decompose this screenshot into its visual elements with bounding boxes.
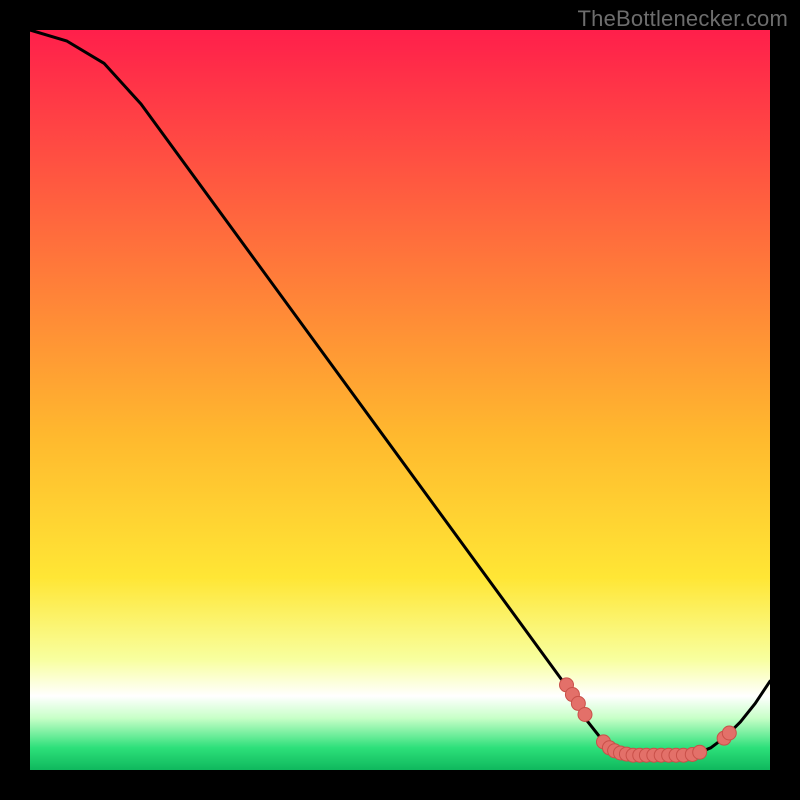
data-dot — [578, 708, 592, 722]
bottleneck-chart — [30, 30, 770, 770]
watermark-label: TheBottlenecker.com — [578, 6, 788, 32]
data-dot — [722, 726, 736, 740]
data-dot — [693, 745, 707, 759]
chart-stage: TheBottlenecker.com — [0, 0, 800, 800]
gradient-background — [30, 30, 770, 770]
